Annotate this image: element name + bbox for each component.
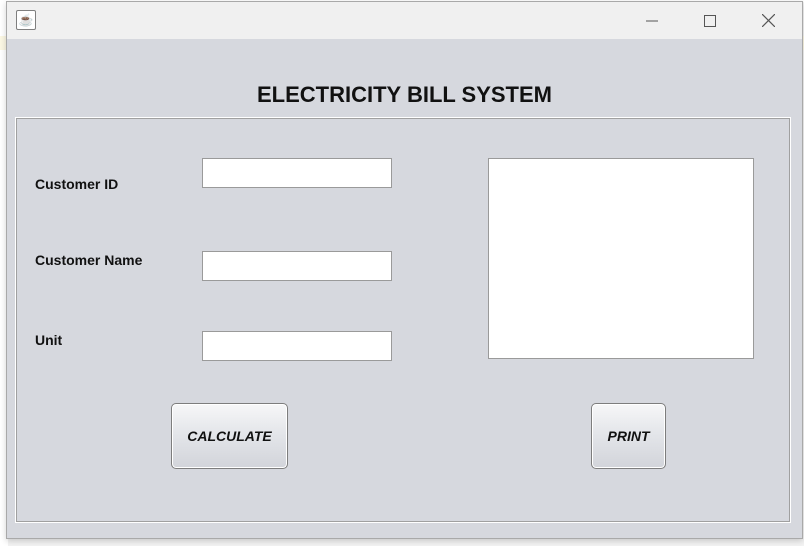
minimize-button[interactable] — [623, 2, 681, 39]
maximize-icon — [704, 14, 716, 27]
java-icon[interactable]: ☕ — [16, 10, 36, 30]
close-button[interactable] — [739, 2, 797, 39]
app-window: ☕ ELECTRICITY BILL SYSTEM Customer ID Cu… — [6, 1, 803, 539]
title-bar[interactable]: ☕ — [7, 2, 802, 39]
page-title: ELECTRICITY BILL SYSTEM — [257, 82, 552, 107]
unit-field[interactable] — [202, 331, 392, 361]
customer-id-input[interactable] — [203, 159, 391, 187]
unit-label: Unit — [35, 332, 63, 348]
unit-input[interactable] — [203, 332, 391, 360]
print-button[interactable]: PRINT — [591, 403, 666, 469]
minimize-icon — [646, 20, 658, 21]
customer-name-label: Customer Name — [35, 252, 143, 268]
bill-output-area[interactable] — [488, 158, 754, 359]
calculate-button[interactable]: CALCULATE — [171, 403, 288, 469]
customer-name-field[interactable] — [202, 251, 392, 281]
customer-id-label: Customer ID — [35, 176, 119, 192]
close-icon — [761, 14, 775, 27]
customer-name-input[interactable] — [203, 252, 391, 280]
maximize-button[interactable] — [681, 2, 739, 39]
customer-id-field[interactable] — [202, 158, 392, 188]
